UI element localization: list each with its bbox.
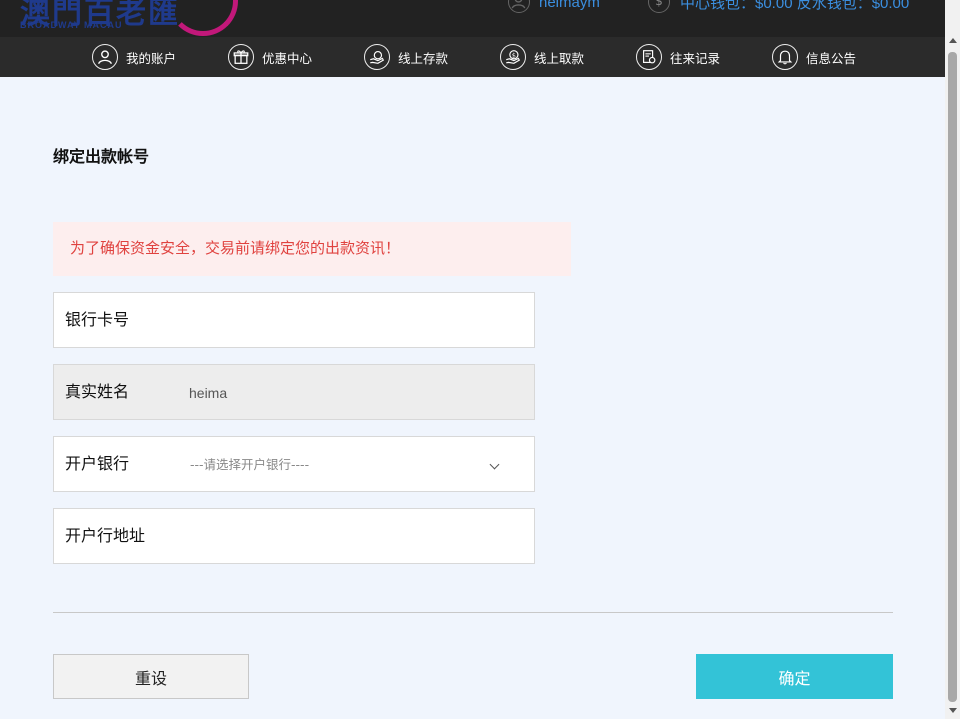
user-icon: [508, 0, 530, 13]
scroll-up-arrow-icon[interactable]: [949, 38, 957, 43]
wallet-balance-text: 中心钱包：$0.00 反水钱包：$0.00: [680, 0, 910, 12]
top-header: 澳門百老匯 BROADWAY MACAU heimaym $ 中心钱包：$0.0…: [0, 0, 945, 37]
card-number-field[interactable]: 银行卡号: [53, 292, 535, 348]
nav-item-withdraw[interactable]: $ 线上取款: [500, 37, 584, 77]
bank-select[interactable]: ---请选择开户银行----: [190, 437, 309, 493]
nav-item-label: 线上存款: [398, 50, 449, 66]
nav-item-announcements[interactable]: 信息公告: [772, 37, 856, 77]
page-scrollbar[interactable]: [945, 0, 960, 719]
nav-item-label: 往来记录: [670, 50, 721, 66]
user-icon: [92, 44, 118, 70]
svg-text:$: $: [512, 52, 516, 59]
scroll-down-arrow-icon[interactable]: [949, 708, 957, 713]
main-nav: 我的账户 优惠中心 线上存款 $ 线上取款 往来记录 信息公告: [0, 37, 945, 77]
card-number-input[interactable]: [188, 307, 518, 333]
branch-address-input[interactable]: [188, 523, 518, 549]
nav-item-label: 优惠中心: [262, 50, 313, 66]
reset-button[interactable]: 重设: [53, 654, 249, 699]
nav-item-label: 信息公告: [806, 50, 857, 66]
real-name-value: heima: [189, 385, 228, 401]
username-text: heimaym: [539, 0, 600, 11]
gift-icon: [228, 44, 254, 70]
brand-logo[interactable]: 澳門百老匯 BROADWAY MACAU: [18, 0, 238, 37]
nav-item-label: 我的账户: [126, 50, 177, 66]
card-number-label: 银行卡号: [65, 310, 130, 329]
security-alert: 为了确保资金安全，交易前请绑定您的出款资讯！: [53, 222, 571, 276]
records-icon: [636, 44, 662, 70]
branch-address-label: 开户行地址: [65, 526, 146, 545]
nav-item-records[interactable]: 往来记录: [636, 37, 720, 77]
nav-item-my-account[interactable]: 我的账户: [92, 37, 176, 77]
nav-item-promotions[interactable]: 优惠中心: [228, 37, 312, 77]
withdraw-icon: $: [500, 44, 526, 70]
bell-icon: [772, 44, 798, 70]
real-name-field: 真实姓名 heima: [53, 364, 535, 420]
page-title: 绑定出款帐号: [53, 147, 150, 166]
dollar-icon: $: [648, 0, 670, 13]
logo-subtext: BROADWAY MACAU: [20, 20, 123, 30]
real-name-label: 真实姓名: [65, 382, 130, 401]
branch-address-field[interactable]: 开户行地址: [53, 508, 535, 564]
wallet-info[interactable]: $ 中心钱包：$0.00 反水钱包：$0.00: [648, 0, 910, 13]
bank-label: 开户银行: [65, 454, 130, 473]
user-info[interactable]: heimaym: [508, 0, 600, 13]
scrollbar-thumb[interactable]: [948, 52, 957, 702]
nav-item-label: 线上取款: [534, 50, 585, 66]
deposit-icon: [364, 44, 390, 70]
chevron-down-icon[interactable]: [489, 459, 500, 470]
nav-item-deposit[interactable]: 线上存款: [364, 37, 448, 77]
bank-select-field[interactable]: 开户银行 ---请选择开户银行----: [53, 436, 535, 492]
form-divider: [53, 612, 893, 613]
confirm-button[interactable]: 确定: [696, 654, 893, 699]
